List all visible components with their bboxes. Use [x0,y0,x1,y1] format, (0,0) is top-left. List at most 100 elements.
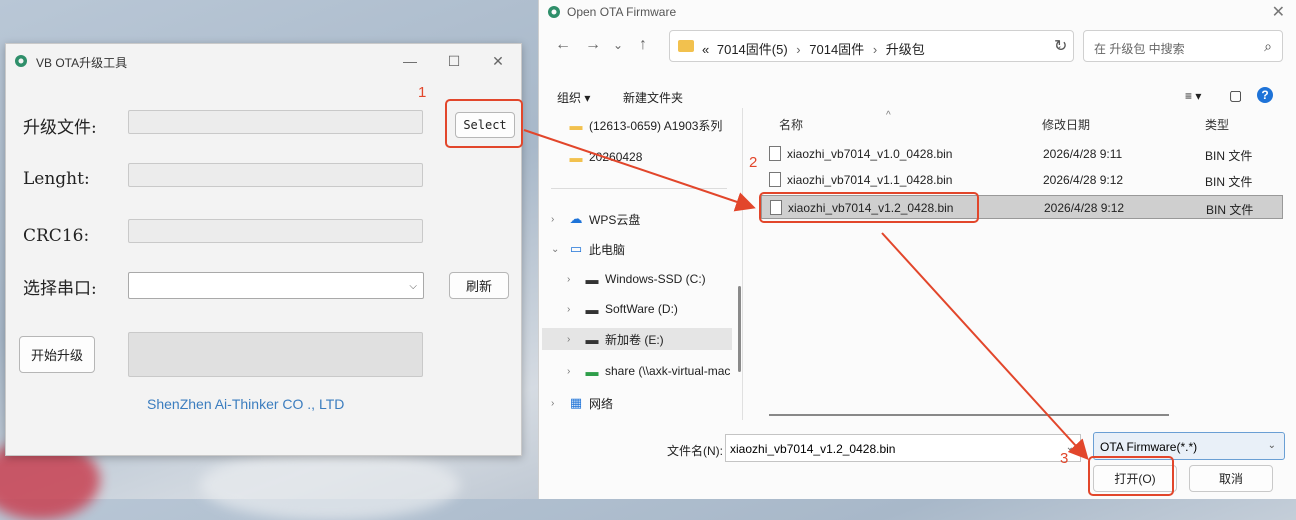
filename-value: xiaozhi_vb7014_v1.2_0428.bin [730,442,896,456]
file-modified: 2026/4/28 9:11 [1043,147,1123,161]
file-type: BIN 文件 [1206,203,1254,217]
start-upgrade-button[interactable]: 开始升级 [19,336,95,373]
breadcrumb-prefix[interactable]: « [702,42,709,57]
maximize-button[interactable]: ☐ [439,50,469,72]
chevron-right-icon[interactable]: › [567,334,583,345]
chevron-down-icon: ⌵ [409,281,417,292]
refresh-icon[interactable]: ↻ [1054,36,1067,56]
wallpaper-blob [200,450,460,520]
sidebar-item-label: (12613-0659) A1903系列 [589,118,723,133]
address-bar[interactable]: « 7014固件(5) › 7014固件 › 升级包 ⌄ [669,30,1074,62]
folder-icon: ▬ [569,117,583,133]
breadcrumb-separator: › [872,42,878,57]
sidebar-item-drive-c[interactable]: › ▬ Windows-SSD (C:) [567,268,706,290]
breadcrumb-separator: › [796,42,801,57]
filename-input[interactable]: xiaozhi_vb7014_v1.2_0428.bin ⌄ [725,434,1081,462]
help-icon[interactable]: ? [1257,87,1273,103]
dialog-close-button[interactable]: ✕ [1272,2,1285,22]
horizontal-scrollbar[interactable] [769,414,1169,416]
folder-icon [678,40,694,52]
organize-button[interactable]: 组织 ▾ [557,89,590,106]
search-icon[interactable]: ⌕ [1264,38,1272,55]
chevron-right-icon[interactable]: › [567,274,583,285]
sidebar-item-label: 网络 [589,396,614,411]
open-file-dialog: Open OTA Firmware ✕ ← → ⌄ ↑ « 7014固件(5) … [538,0,1296,499]
file-row[interactable]: xiaozhi_vb7014_v1.1_0428.bin 2026/4/28 9… [761,168,1283,192]
sidebar-item-label: SoftWare (D:) [605,302,678,316]
length-label: Lenght: [23,169,90,189]
filename-label: 文件名(N): [667,444,723,458]
minimize-button[interactable]: — [395,50,425,72]
network-drive-icon: ▬ [585,363,599,379]
annotation-box-select [445,99,523,148]
file-modified: 2026/4/28 9:12 [1044,201,1125,215]
company-label: ShenZhen Ai-Thinker CO ., LTD [147,396,345,412]
sort-ascending-icon: ^ [886,110,891,121]
ota-window-title: VB OTA升级工具 [36,56,128,70]
sidebar-item-label: 新加卷 (E:) [605,332,664,347]
column-header-modified[interactable]: 修改日期 [1042,116,1090,133]
chevron-right-icon[interactable]: › [551,398,567,409]
upgrade-file-field[interactable] [128,110,423,134]
cancel-button[interactable]: 取消 [1189,465,1273,492]
back-button[interactable]: ← [555,36,571,54]
length-field [128,163,423,187]
close-button[interactable]: ✕ [483,50,513,72]
sidebar-item-label: share (\\axk-virtual-mac [605,364,731,378]
chevron-right-icon[interactable]: › [567,304,583,315]
sidebar-item-drive-e[interactable]: › ▬ 新加卷 (E:) [542,328,732,350]
chevron-down-icon: ⌄ [1267,440,1276,451]
crc16-label: CRC16: [23,226,90,246]
app-gear-icon [15,55,27,67]
column-header-type[interactable]: 类型 [1205,116,1229,133]
sidebar-item-share[interactable]: › ▬ share (\\axk-virtual-mac [567,360,730,382]
dialog-title-bar: Open OTA Firmware ✕ [539,0,1296,24]
preview-pane-button[interactable]: ▢ [1229,87,1242,104]
refresh-button[interactable]: 刷新 [449,272,509,299]
serial-port-label: 选择串口: [23,279,97,299]
dialog-title: Open OTA Firmware [567,5,677,19]
sidebar-item-folder-a1903[interactable]: ▬ (12613-0659) A1903系列 [551,114,723,136]
forward-button[interactable]: → [585,36,601,54]
recent-locations-button[interactable]: ⌄ [613,38,623,52]
chevron-down-icon[interactable]: ⌄ [551,244,567,255]
sidebar-scrollbar[interactable] [738,286,741,372]
sidebar-item-this-pc[interactable]: ⌄ ▭ 此电脑 [551,238,625,260]
search-placeholder: 在 升级包 中搜索 [1094,42,1185,56]
file-row[interactable]: xiaozhi_vb7014_v1.0_0428.bin 2026/4/28 9… [761,142,1283,166]
progress-display [128,332,423,377]
breadcrumb-item[interactable]: 7014固件 [809,42,864,57]
drive-icon: ▬ [585,331,599,347]
breadcrumb: « 7014固件(5) › 7014固件 › 升级包 [702,39,925,58]
sidebar-item-drive-d[interactable]: › ▬ SoftWare (D:) [567,298,678,320]
sidebar-item-network[interactable]: › ▦ 网络 [551,392,613,414]
network-icon: ▦ [569,395,583,410]
sidebar-item-label: WPS云盘 [589,212,641,227]
chevron-right-icon[interactable]: › [567,366,583,377]
file-type: BIN 文件 [1205,149,1253,163]
file-icon [769,146,781,161]
column-header-name[interactable]: 名称 [779,116,803,133]
breadcrumb-item[interactable]: 7014固件(5) [717,42,788,57]
up-button[interactable]: ↑ [639,36,647,54]
annotation-box-open [1088,456,1174,496]
crc16-field [128,219,423,243]
new-folder-button[interactable]: 新建文件夹 [623,89,683,106]
view-menu-button[interactable]: ≡ ▾ [1185,89,1201,103]
annotation-step-2: 2 [749,154,758,171]
sidebar-item-label: 此电脑 [589,242,626,257]
breadcrumb-item[interactable]: 升级包 [886,42,925,57]
file-name: xiaozhi_vb7014_v1.0_0428.bin [787,147,953,161]
sidebar-item-label: Windows-SSD (C:) [605,272,706,286]
folder-icon: ▬ [569,149,583,165]
drive-icon: ▬ [585,271,599,287]
sidebar-divider [551,188,727,189]
sidebar-item-folder-20260428[interactable]: ▬ 20260428 [551,146,643,168]
sidebar-item-wps-cloud[interactable]: › ☁ WPS云盘 [551,208,640,230]
file-modified: 2026/4/28 9:12 [1043,173,1124,187]
chevron-right-icon[interactable]: › [551,214,567,225]
drive-icon: ▬ [585,301,599,317]
serial-port-combo[interactable]: ⌵ [128,272,424,299]
search-input[interactable]: 在 升级包 中搜索 ⌕ [1083,30,1283,62]
file-type: BIN 文件 [1205,175,1253,189]
